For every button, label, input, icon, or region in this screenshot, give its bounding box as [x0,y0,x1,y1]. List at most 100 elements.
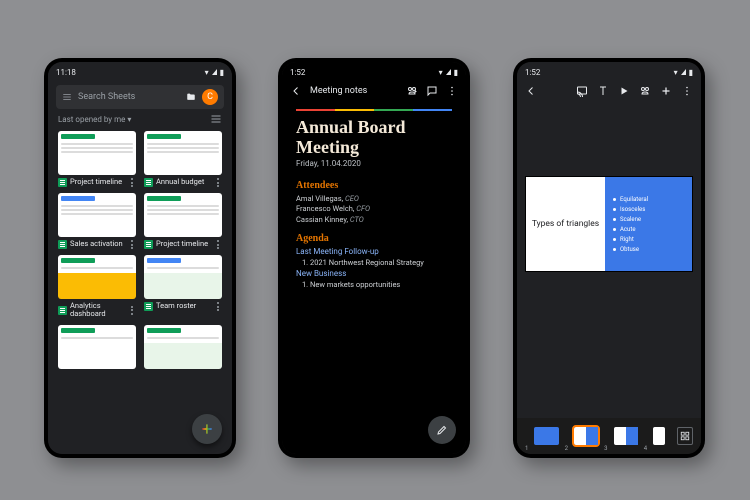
search-bar[interactable]: Search Sheets C [56,85,224,109]
attendee: Francesco Welch, CFO [296,204,452,214]
cast-icon[interactable] [576,85,588,97]
grid-icon [680,431,690,441]
sheets-icon [144,178,153,187]
doc-item[interactable]: Team roster [144,255,222,319]
agenda-list: 2021 Northwest Regional Strategy [310,258,452,267]
hamburger-icon[interactable] [62,92,72,102]
doc-thumbnail [58,131,136,175]
doc-item[interactable]: Project timeline [144,193,222,249]
list-view-icon[interactable] [210,113,222,125]
sort-dropdown[interactable]: Last opened by me ▾ [58,115,131,124]
doc-item[interactable]: Analytics dashboard [58,255,136,319]
chevron-down-icon: ▾ [127,115,131,124]
more-icon[interactable] [214,178,222,187]
status-bar: 11:18 ▾ ▮ [48,62,232,79]
wifi-icon: ▾ [674,68,678,77]
phone-sheets: 11:18 ▾ ▮ Search Sheets C Last opened by… [44,58,236,458]
document-body[interactable]: Annual Board Meeting Friday, 11.04.2020 … [282,101,466,289]
signal-icon [212,69,217,75]
grid-view-button[interactable] [677,427,693,445]
signal-icon [446,69,451,75]
section-heading: Attendees [296,180,452,191]
bullet-item: Scalene [613,216,692,223]
attendee: Amal Villegas, CEO [296,194,452,204]
agenda-subheading: New Business [296,269,452,278]
doc-item[interactable] [58,325,136,369]
status-bar: 1:52 ▾ ▮ [282,62,466,79]
doc-thumbnail [58,193,136,237]
present-icon[interactable] [618,85,630,97]
doc-date: Friday, 11.04.2020 [296,159,452,168]
bullet-item: Obtuse [613,246,692,253]
doc-item[interactable] [144,325,222,369]
avatar[interactable]: C [202,89,218,105]
slide-title: Types of triangles [526,177,605,271]
bullet-item: Equilateral [613,196,692,203]
more-icon[interactable] [128,306,136,315]
sheets-icon [144,302,153,311]
battery-icon: ▮ [454,68,458,77]
filmstrip-slide[interactable] [534,427,558,445]
more-icon[interactable] [214,240,222,249]
accent-bar [296,109,452,111]
folder-icon[interactable] [186,92,196,102]
wifi-icon: ▾ [439,68,443,77]
add-icon[interactable] [660,85,672,97]
sheets-icon [58,240,67,249]
slide-number: 3 [604,445,607,452]
comment-icon[interactable] [426,85,438,97]
doc-item[interactable]: Annual budget [144,131,222,187]
more-icon[interactable] [681,85,693,97]
doc-thumbnail [144,325,222,369]
new-document-fab[interactable] [192,414,222,444]
search-input[interactable]: Search Sheets [78,92,180,102]
plus-icon [200,422,214,436]
section-heading: Agenda [296,233,452,244]
back-icon[interactable] [290,85,302,97]
battery-icon: ▮ [220,68,224,77]
share-icon[interactable] [406,85,418,97]
slide-bullets: Equilateral Isosceles Scalene Acute Righ… [605,177,692,271]
sheets-icon [144,240,153,249]
filmstrip-slide[interactable] [574,427,598,445]
share-icon[interactable] [639,85,651,97]
back-icon[interactable] [525,85,537,97]
current-slide[interactable]: Types of triangles Equilateral Isosceles… [526,177,692,271]
slide-number: 1 [525,445,528,452]
document-name[interactable]: Meeting notes [310,86,398,96]
slide-number: 4 [644,445,647,452]
doc-thumbnail [58,255,136,299]
filmstrip-slide[interactable] [653,427,665,445]
attendee: Cassian Kinney, CTO [296,215,452,225]
doc-item[interactable]: Project timeline [58,131,136,187]
phone-slides: 1:52 ▾▮ Types of triangles Equilateral I… [513,58,705,458]
documents-grid: Project timeline Annual budget Sales act… [48,125,232,369]
status-time: 1:52 [290,68,305,77]
text-icon[interactable] [597,85,609,97]
bullet-item: Acute [613,226,692,233]
slide-canvas[interactable]: Types of triangles Equilateral Isosceles… [523,109,695,339]
more-icon[interactable] [128,240,136,249]
agenda-item: 2021 Northwest Regional Strategy [310,258,452,267]
more-icon[interactable] [128,178,136,187]
phone-docs: 1:52 ▾ ▮ Meeting notes Annual Board Meeti… [278,58,470,458]
filmstrip: 1 2 3 4 [517,418,701,454]
doc-thumbnail [144,193,222,237]
doc-item[interactable]: Sales activation [58,193,136,249]
filter-row: Last opened by me ▾ [48,113,232,125]
more-icon[interactable] [214,302,222,311]
more-icon[interactable] [446,85,458,97]
status-time: 11:18 [56,68,76,77]
bullet-item: Right [613,236,692,243]
filmstrip-slide[interactable] [614,427,638,445]
signal-icon [681,69,686,75]
doc-thumbnail [144,255,222,299]
pencil-icon [436,424,448,436]
agenda-item: New markets opportunities [310,280,452,289]
app-bar: Meeting notes [282,79,466,101]
sheets-icon [58,306,67,315]
status-bar: 1:52 ▾▮ [517,62,701,79]
status-time: 1:52 [525,68,540,77]
edit-fab[interactable] [428,416,456,444]
wifi-icon: ▾ [205,68,209,77]
